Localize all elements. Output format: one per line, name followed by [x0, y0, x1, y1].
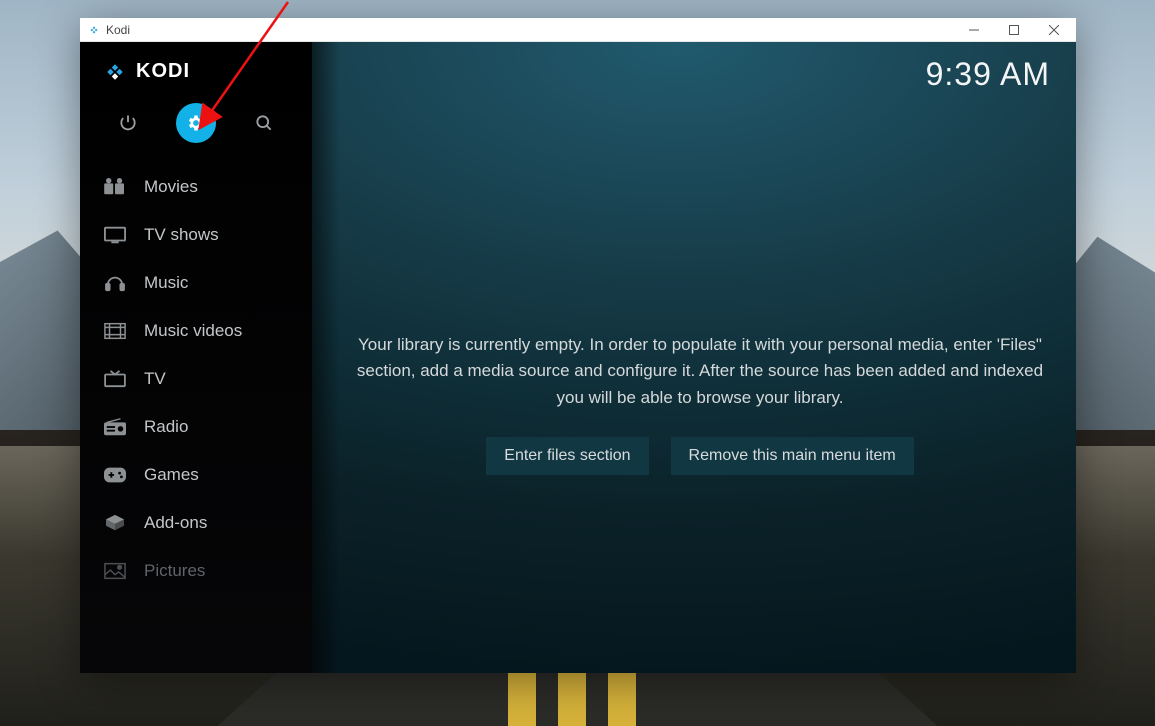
- tv-shows-icon: [104, 226, 126, 244]
- kodi-logo-icon: [104, 61, 126, 83]
- empty-library-message: Your library is currently empty. In orde…: [352, 332, 1048, 411]
- tv-icon: [104, 370, 126, 388]
- sidebar-item-label: TV shows: [144, 225, 219, 245]
- app-window: Kodi: [80, 18, 1076, 673]
- remove-menu-item-button[interactable]: Remove this main menu item: [671, 437, 914, 475]
- games-icon: [104, 466, 126, 484]
- pictures-icon: [104, 562, 126, 580]
- power-button[interactable]: [108, 103, 148, 143]
- minimize-button[interactable]: [954, 18, 994, 42]
- sidebar-item-games[interactable]: Games: [80, 451, 312, 499]
- sidebar-item-music[interactable]: Music: [80, 259, 312, 307]
- sidebar-item-tv[interactable]: TV: [80, 355, 312, 403]
- maximize-button[interactable]: [994, 18, 1034, 42]
- window-title: Kodi: [106, 23, 130, 37]
- music-icon: [104, 274, 126, 292]
- logo-text: KODI: [136, 60, 190, 83]
- sidebar-item-radio[interactable]: Radio: [80, 403, 312, 451]
- music-videos-icon: [104, 322, 126, 340]
- movies-icon: [104, 178, 126, 196]
- main-area: 9:39 AM Your library is currently empty.…: [312, 42, 1076, 673]
- app-body: KODI: [80, 42, 1076, 673]
- settings-button[interactable]: [176, 103, 216, 143]
- search-button[interactable]: [244, 103, 284, 143]
- app-icon: [88, 24, 100, 36]
- top-buttons: [80, 93, 312, 163]
- sidebar-item-pictures[interactable]: Pictures: [80, 547, 312, 595]
- enter-files-button[interactable]: Enter files section: [486, 437, 648, 475]
- sidebar-item-label: Games: [144, 465, 199, 485]
- desktop-background: Kodi: [0, 0, 1155, 726]
- clock: 9:39 AM: [926, 56, 1050, 93]
- empty-library-content: Your library is currently empty. In orde…: [352, 332, 1048, 475]
- logo: KODI: [80, 42, 312, 93]
- close-button[interactable]: [1034, 18, 1074, 42]
- titlebar[interactable]: Kodi: [80, 18, 1076, 42]
- sidebar-item-label: Movies: [144, 177, 198, 197]
- sidebar: KODI: [80, 42, 312, 673]
- sidebar-item-label: Pictures: [144, 561, 205, 581]
- sidebar-item-label: Music videos: [144, 321, 242, 341]
- sidebar-item-tvshows[interactable]: TV shows: [80, 211, 312, 259]
- sidebar-item-label: Radio: [144, 417, 188, 437]
- addons-icon: [104, 514, 126, 532]
- sidebar-item-musicvideos[interactable]: Music videos: [80, 307, 312, 355]
- sidebar-item-addons[interactable]: Add-ons: [80, 499, 312, 547]
- sidebar-item-label: Music: [144, 273, 188, 293]
- radio-icon: [104, 418, 126, 436]
- sidebar-nav: Movies TV shows Music: [80, 163, 312, 595]
- sidebar-item-label: Add-ons: [144, 513, 207, 533]
- sidebar-item-label: TV: [144, 369, 166, 389]
- sidebar-item-movies[interactable]: Movies: [80, 163, 312, 211]
